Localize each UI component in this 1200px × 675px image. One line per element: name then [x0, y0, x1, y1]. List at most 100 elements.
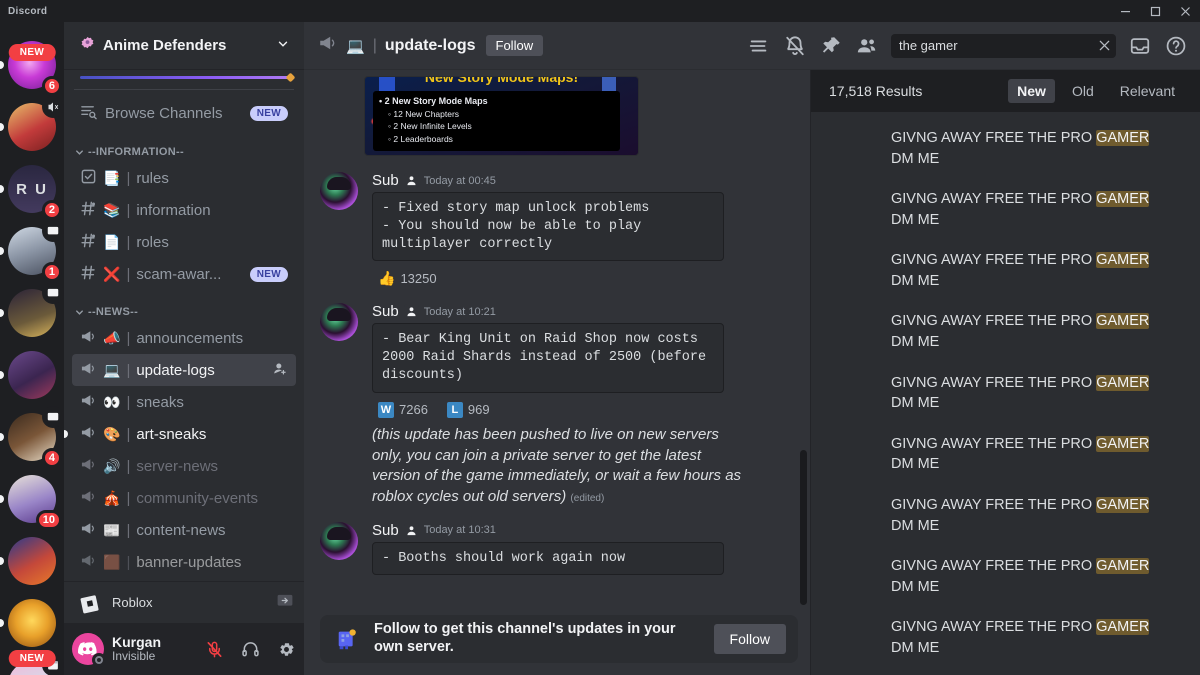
avatar[interactable]	[320, 303, 358, 342]
reaction-w[interactable]: W 7266	[372, 399, 434, 421]
headset-icon[interactable]	[236, 635, 264, 663]
pin-icon[interactable]	[819, 34, 843, 58]
message-reactions: W 7266 L 969	[372, 399, 794, 421]
server-icon-5[interactable]	[0, 282, 64, 344]
user-info[interactable]: Kurgan Invisible	[112, 634, 192, 664]
letter-w-icon: W	[378, 401, 394, 418]
message-embed-image[interactable]: New Story Mode Maps! • 2 New Story Mode …	[364, 76, 639, 156]
sidebar-divider	[74, 89, 294, 90]
server-icon-7[interactable]: 4	[0, 406, 64, 468]
chat-scrollbar[interactable]	[800, 450, 807, 605]
sidebar-item-sneaks[interactable]: 👀 | sneaks	[72, 386, 296, 418]
search-result-item[interactable]: GIVNG AWAY FREE THE PRO GAMER DM ME	[811, 118, 1200, 179]
header-actions: the gamer	[747, 33, 1192, 58]
tab-old[interactable]: Old	[1063, 79, 1103, 103]
discord-window: Discord NEW 6 R U 2 1 4 10 NEW Anime Def…	[0, 0, 1200, 675]
message[interactable]: Sub Today at 00:45 - Fixed story map unl…	[304, 164, 810, 289]
avatar[interactable]	[320, 521, 358, 560]
result-highlight: GAMER	[1096, 496, 1150, 513]
search-result-item[interactable]: GIVNG AWAY FREE THE PRO GAMER DM ME	[811, 485, 1200, 546]
search-result-item[interactable]: GIVNG AWAY FREE THE PRO GAMER DM ME	[811, 546, 1200, 607]
announcement-channel-icon	[80, 361, 97, 380]
server-icon-4[interactable]: 1	[0, 220, 64, 282]
server-header[interactable]: Anime Defenders	[64, 22, 304, 70]
channel-list[interactable]: --INFORMATION-- 📑 | rules 📚 | informatio…	[64, 130, 304, 581]
italic-note-text: (this update has been pushed to live on …	[372, 425, 742, 505]
close-icon[interactable]	[1170, 0, 1200, 22]
chevron-down-icon[interactable]	[276, 37, 290, 55]
rail-new-badge-top[interactable]: NEW	[8, 44, 56, 61]
threads-icon[interactable]	[747, 34, 771, 58]
reaction-thumbsup[interactable]: 👍 13250	[372, 267, 443, 289]
search-result-item[interactable]: GIVNG AWAY FREE THE PRO GAMER DM ME	[811, 179, 1200, 240]
rail-new-badge-bottom[interactable]: NEW	[8, 650, 56, 667]
search-results-list[interactable]: GIVNG AWAY FREE THE PRO GAMER DM ME GIVN…	[811, 112, 1200, 675]
message-list[interactable]: New Story Mode Maps! • 2 New Story Mode …	[304, 70, 810, 611]
search-result-item[interactable]: GIVNG AWAY FREE THE PRO GAMER DM ME	[811, 301, 1200, 362]
screen-share-icon	[42, 220, 64, 242]
follow-button-header[interactable]: Follow	[485, 35, 544, 56]
message-author[interactable]: Sub	[372, 303, 399, 320]
reaction-l[interactable]: L 969	[441, 399, 496, 421]
tab-relevant[interactable]: Relevant	[1111, 79, 1184, 103]
channel-emoji: 📚	[103, 202, 121, 218]
sidebar-item-announcements[interactable]: 📣 | announcements	[72, 322, 296, 354]
sidebar-item-server-news[interactable]: 🔊 | server-news	[72, 450, 296, 482]
sidebar-item-content-news[interactable]: 📰 | content-news	[72, 514, 296, 546]
avatar[interactable]	[320, 172, 358, 210]
inbox-icon[interactable]	[1128, 34, 1152, 58]
sidebar-item-art-sneaks[interactable]: 🎨 | art-sneaks	[64, 418, 296, 450]
sidebar-item-rules[interactable]: 📑 | rules	[72, 162, 296, 194]
result-highlight: GAMER	[1096, 313, 1150, 330]
browse-channels-button[interactable]: Browse Channels NEW	[72, 96, 296, 130]
server-rail[interactable]: NEW 6 R U 2 1 4 10 NEW	[0, 22, 64, 675]
sidebar-item-banner-updates[interactable]: 🟫 | banner-updates	[72, 546, 296, 578]
server-icon-2[interactable]	[0, 96, 64, 158]
add-members-icon[interactable]	[273, 361, 288, 380]
message[interactable]: Sub Today at 10:21 - Bear King Unit on R…	[304, 289, 810, 420]
sidebar-item-scam-awareness[interactable]: ❌ | scam-awar... NEW	[72, 258, 296, 290]
channel-emoji: 📰	[103, 522, 121, 538]
browse-channels-icon	[80, 103, 97, 124]
embed-line-2: ◦ 12 New Chapters	[388, 109, 460, 120]
message-author[interactable]: Sub	[372, 522, 399, 539]
gear-icon[interactable]	[272, 635, 300, 663]
server-icon-10[interactable]	[0, 592, 64, 654]
sidebar-item-community-events[interactable]: 🎪 | community-events	[72, 482, 296, 514]
category-information[interactable]: --INFORMATION--	[64, 130, 304, 162]
search-input[interactable]: the gamer	[891, 33, 1116, 58]
result-text-after: DM ME	[891, 639, 940, 656]
maximize-icon[interactable]	[1140, 0, 1170, 22]
search-result-item[interactable]: GIVNG AWAY FREE THE PRO GAMER DM ME	[811, 240, 1200, 301]
follow-button[interactable]: Follow	[713, 624, 786, 654]
activity-panel[interactable]: Roblox	[64, 581, 304, 623]
message-author[interactable]: Sub	[372, 172, 399, 189]
channel-separator: |	[126, 425, 131, 443]
message[interactable]: Sub Today at 10:31 - Booths should work …	[304, 508, 810, 576]
server-icon-3[interactable]: R U 2	[0, 158, 64, 220]
search-result-item[interactable]: GIVNG AWAY FREE THE PRO GAMER DM ME	[811, 363, 1200, 424]
server-icon-8[interactable]: 10	[0, 468, 64, 530]
server-icon-9[interactable]	[0, 530, 64, 592]
message-reactions: 👍 13250	[372, 267, 794, 289]
sidebar-item-update-logs[interactable]: 💻 | update-logs	[72, 354, 296, 386]
sidebar-item-information[interactable]: 📚 | information	[72, 194, 296, 226]
embed-headline: New Story Mode Maps!	[424, 76, 579, 85]
notification-off-icon[interactable]	[783, 34, 807, 58]
tab-new[interactable]: New	[1008, 79, 1055, 103]
category-news[interactable]: --NEWS--	[64, 290, 304, 322]
server-icon-6[interactable]	[0, 344, 64, 406]
search-result-item[interactable]: GIVNG AWAY FREE THE PRO GAMER DM ME	[811, 424, 1200, 485]
boost-bar	[80, 76, 292, 79]
mic-muted-icon[interactable]	[200, 635, 228, 663]
search-result-item[interactable]: GIVNG AWAY FREE THE PRO GAMER DM ME	[811, 607, 1200, 668]
minimize-icon[interactable]	[1110, 0, 1140, 22]
sidebar-item-roles[interactable]: 📄 | roles	[72, 226, 296, 258]
avatar[interactable]	[72, 633, 106, 667]
channel-name: art-sneaks	[136, 425, 207, 443]
server-boost-progress[interactable]	[64, 70, 304, 83]
screen-share-icon[interactable]	[276, 592, 294, 613]
clear-icon[interactable]	[1096, 39, 1112, 52]
help-icon[interactable]	[1164, 34, 1188, 58]
members-icon[interactable]	[855, 34, 879, 58]
